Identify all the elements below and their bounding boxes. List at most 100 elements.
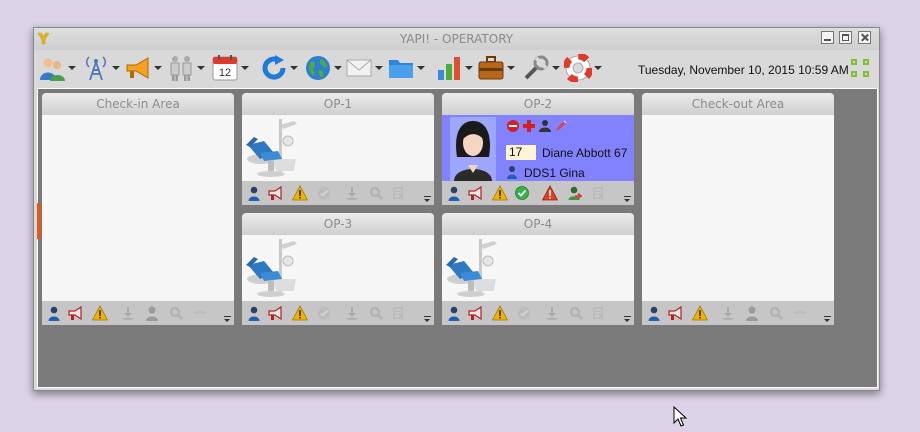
checkin-list[interactable] bbox=[42, 115, 234, 301]
layout-grid-button[interactable] bbox=[851, 59, 871, 79]
edit-icon[interactable] bbox=[554, 119, 568, 133]
checkout-title[interactable]: Check-out Area bbox=[642, 93, 834, 115]
megaphone-icon[interactable] bbox=[268, 305, 284, 321]
megaphone-icon[interactable] bbox=[668, 305, 684, 321]
globe-button[interactable] bbox=[304, 54, 344, 82]
op3-title[interactable]: OP-3 bbox=[242, 213, 434, 235]
document-icon[interactable] bbox=[390, 305, 406, 321]
megaphone-icon[interactable] bbox=[468, 305, 484, 321]
users-button[interactable] bbox=[38, 54, 78, 82]
warning-icon[interactable] bbox=[292, 185, 308, 201]
download-icon[interactable] bbox=[544, 305, 560, 321]
reports-button[interactable] bbox=[435, 54, 475, 82]
medical-cross-icon[interactable] bbox=[522, 119, 536, 133]
download-icon[interactable] bbox=[120, 305, 136, 321]
phone-icon[interactable] bbox=[192, 305, 208, 321]
check-icon[interactable] bbox=[514, 185, 530, 201]
check-icon[interactable] bbox=[316, 185, 332, 201]
checkout-list[interactable] bbox=[642, 115, 834, 301]
op3-body[interactable] bbox=[242, 235, 434, 301]
megaphone-icon[interactable] bbox=[68, 305, 84, 321]
person-icon[interactable] bbox=[446, 305, 462, 321]
dental-chair-icon bbox=[245, 119, 298, 178]
person-icon[interactable] bbox=[446, 185, 462, 201]
side-handle[interactable] bbox=[37, 203, 41, 239]
person-gray-icon[interactable] bbox=[144, 305, 160, 321]
calendar-button[interactable]: 12 bbox=[211, 54, 251, 82]
download-icon[interactable] bbox=[720, 305, 736, 321]
chevron-down-icon[interactable] bbox=[290, 66, 298, 70]
warning-icon[interactable] bbox=[492, 305, 508, 321]
search-icon[interactable] bbox=[568, 305, 584, 321]
chevron-down-icon[interactable] bbox=[417, 66, 425, 70]
maximize-button[interactable] bbox=[839, 31, 852, 44]
more-options-icon[interactable] bbox=[624, 316, 631, 322]
search-icon[interactable] bbox=[768, 305, 784, 321]
chevron-down-icon[interactable] bbox=[154, 66, 162, 70]
chevron-down-icon[interactable] bbox=[197, 66, 205, 70]
person-icon[interactable] bbox=[46, 305, 62, 321]
chevron-down-icon[interactable] bbox=[112, 66, 120, 70]
mail-button[interactable] bbox=[345, 54, 385, 82]
close-button[interactable] bbox=[858, 31, 871, 44]
tools-icon bbox=[524, 55, 549, 80]
chevron-down-icon[interactable] bbox=[552, 66, 560, 70]
document-icon[interactable] bbox=[590, 185, 606, 201]
stop-icon[interactable] bbox=[506, 119, 520, 133]
help-button[interactable] bbox=[564, 54, 604, 82]
patient-name[interactable]: Diane Abbott 67 bbox=[542, 146, 627, 160]
briefcase-button[interactable] bbox=[477, 54, 517, 82]
folder-button[interactable] bbox=[387, 54, 427, 82]
person-icon[interactable] bbox=[646, 305, 662, 321]
warning-icon[interactable] bbox=[692, 305, 708, 321]
chevron-down-icon[interactable] bbox=[241, 66, 249, 70]
checkout-person-icon[interactable] bbox=[566, 185, 582, 201]
refresh-button[interactable] bbox=[260, 54, 300, 82]
megaphone-icon[interactable] bbox=[468, 185, 484, 201]
download-icon[interactable] bbox=[344, 185, 360, 201]
check-icon[interactable] bbox=[316, 305, 332, 321]
announce-button[interactable] bbox=[124, 54, 164, 82]
download-icon[interactable] bbox=[344, 305, 360, 321]
more-options-icon[interactable] bbox=[424, 196, 431, 202]
people-button[interactable] bbox=[167, 54, 207, 82]
megaphone-icon[interactable] bbox=[268, 185, 284, 201]
alert-icon[interactable] bbox=[542, 185, 558, 201]
title-bar[interactable]: Y YAPI! - OPERATORY bbox=[34, 28, 879, 50]
op2-title[interactable]: OP-2 bbox=[442, 93, 634, 115]
person-icon[interactable] bbox=[246, 185, 262, 201]
warning-icon[interactable] bbox=[292, 305, 308, 321]
search-icon[interactable] bbox=[368, 305, 384, 321]
antenna-button[interactable] bbox=[82, 54, 122, 82]
op1-title[interactable]: OP-1 bbox=[242, 93, 434, 115]
person-gray-icon[interactable] bbox=[744, 305, 760, 321]
warning-icon[interactable] bbox=[92, 305, 108, 321]
document-icon[interactable] bbox=[590, 305, 606, 321]
search-icon[interactable] bbox=[168, 305, 184, 321]
person-icon[interactable] bbox=[246, 305, 262, 321]
more-options-icon[interactable] bbox=[424, 316, 431, 322]
check-icon[interactable] bbox=[516, 305, 532, 321]
more-options-icon[interactable] bbox=[824, 316, 831, 322]
search-icon[interactable] bbox=[368, 185, 384, 201]
op2-appointment-card[interactable]: 17 Diane Abbott 67 DDS1 Gina Dorfman bbox=[442, 115, 634, 194]
op1-body[interactable] bbox=[242, 115, 434, 181]
phone-icon[interactable] bbox=[792, 305, 808, 321]
chevron-down-icon[interactable] bbox=[465, 66, 473, 70]
op4-title[interactable]: OP-4 bbox=[442, 213, 634, 235]
document-icon[interactable] bbox=[390, 185, 406, 201]
chevron-down-icon[interactable] bbox=[375, 66, 383, 70]
minimize-button[interactable] bbox=[821, 31, 834, 44]
chevron-down-icon[interactable] bbox=[334, 66, 342, 70]
user-shield-icon[interactable] bbox=[538, 119, 552, 133]
op2-toolbar bbox=[442, 181, 634, 205]
chevron-down-icon[interactable] bbox=[68, 66, 76, 70]
chevron-down-icon[interactable] bbox=[507, 66, 515, 70]
more-options-icon[interactable] bbox=[224, 316, 231, 322]
checkin-title[interactable]: Check-in Area bbox=[42, 93, 234, 115]
chevron-down-icon[interactable] bbox=[594, 66, 602, 70]
op4-body[interactable] bbox=[442, 235, 634, 301]
warning-icon[interactable] bbox=[492, 185, 508, 201]
tools-button[interactable] bbox=[522, 54, 562, 82]
more-options-icon[interactable] bbox=[624, 196, 631, 202]
